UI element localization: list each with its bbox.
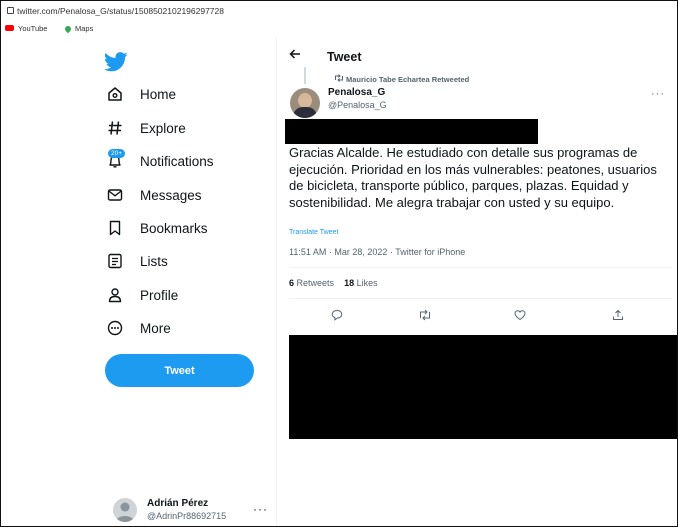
sidebar-item-label: Bookmarks [140,220,208,236]
home-icon [102,81,128,107]
tweet-meta[interactable]: 11:51 AM · Mar 28, 2022 · Twitter for iP… [289,247,465,257]
author-name[interactable]: Penalosa_G [328,87,385,98]
like-heart-icon[interactable] [510,305,530,325]
sidebar-item-more[interactable]: More [102,313,171,343]
sidebar-item-messages[interactable]: Messages [102,180,202,210]
list-icon [102,248,128,274]
back-arrow-icon[interactable] [289,47,301,63]
sidebar-item-label: More [140,320,171,336]
hashtag-icon [102,115,128,141]
retweets-stat[interactable]: 6 Retweets [289,278,334,288]
sidebar-item-home[interactable]: Home [102,79,176,109]
bookmark-youtube[interactable]: YouTube [5,24,47,33]
sidebar-item-label: Explore [140,120,186,136]
bookmark-maps[interactable]: Maps [63,24,93,34]
account-name: Adrián Pérez [147,498,209,509]
maps-pin-icon [63,24,73,34]
browser-frame: twitter.com/Penalosa_G/status/1508502102… [0,0,678,527]
tweet-actions [277,303,677,327]
bell-icon: 20+ [102,148,128,174]
retweet-context[interactable]: Mauricio Tabe Echartea Retweeted [334,74,469,84]
tweet-button[interactable]: Tweet [105,354,254,387]
page-title: Tweet [327,50,362,64]
avatar [113,498,137,522]
author-handle[interactable]: @Penalosa_G [328,100,387,110]
address-bar[interactable]: twitter.com/Penalosa_G/status/1508502102… [1,1,677,24]
sidebar-item-label: Notifications [140,153,214,169]
divider [289,298,672,299]
tweet-stats: 6 Retweets 18 Likes [289,278,378,288]
share-icon[interactable] [608,305,628,325]
sidebar-item-lists[interactable]: Lists [102,246,168,276]
envelope-icon [102,182,128,208]
retweet-icon [334,74,346,84]
account-switcher[interactable]: Adrián Pérez @AdrinPr88692715 ··· [113,492,273,526]
url-text[interactable]: twitter.com/Penalosa_G/status/1508502102… [17,6,224,16]
more-circle-icon [102,315,128,341]
sidebar-item-profile[interactable]: Profile [102,280,178,310]
retweeted-by: Mauricio Tabe Echartea Retweeted [346,75,470,84]
thread-line [304,67,306,84]
sidebar-item-explore[interactable]: Explore [102,113,186,143]
sidebar-item-label: Profile [140,287,179,303]
redaction-bar [285,119,538,144]
twitter-bird-icon[interactable] [104,52,128,72]
bookmarks-bar: YouTube Maps [1,23,677,37]
lock-icon [7,7,14,14]
sidebar-item-bookmarks[interactable]: Bookmarks [102,213,208,243]
retweet-icon[interactable] [415,305,435,325]
reply-icon[interactable] [327,305,347,325]
tweet-text: Gracias Alcalde. He estudiado con detall… [289,145,657,210]
bookmark-icon [102,215,128,241]
twitter-page: Home Explore 20+ Notifications Messages [1,37,677,526]
more-dots-icon[interactable]: ··· [253,502,268,516]
account-handle: @AdrinPr88692715 [147,511,227,521]
redaction-block [289,335,677,439]
divider [289,267,672,268]
sidebar-item-notifications[interactable]: 20+ Notifications [102,146,214,176]
tweet-column: Tweet Mauricio Tabe Echartea Retweeted P… [276,37,677,526]
notification-badge: 20+ [108,149,126,158]
more-dots-icon[interactable]: ··· [651,88,665,100]
sidebar-item-label: Lists [140,253,168,269]
author-avatar[interactable] [290,88,320,118]
translate-link[interactable]: Translate Tweet [289,229,338,236]
sidebar-item-label: Home [140,86,177,102]
sidebar-item-label: Messages [140,187,202,203]
likes-stat[interactable]: 18 Likes [344,278,378,288]
person-icon [102,282,128,308]
youtube-icon [5,25,14,32]
